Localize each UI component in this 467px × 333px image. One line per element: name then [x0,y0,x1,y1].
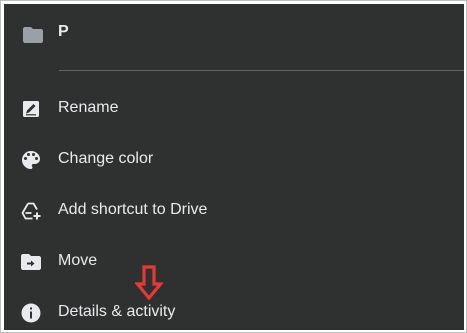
screenshot-frame: P Rename Change color Add shortcut to Dr… [0,0,467,333]
info-icon [21,303,41,323]
menu-item-label: Details & activity [58,303,176,320]
move-to-folder-icon [21,254,41,270]
menu-item-label: Move [58,252,98,269]
menu-item-label: Rename [58,99,119,116]
context-menu: P Rename Change color Add shortcut to Dr… [4,4,464,330]
down-arrow-icon [135,265,163,301]
menu-item-details-activity[interactable]: Details & activity [4,293,464,330]
palette-icon [22,151,40,169]
divider [59,70,464,71]
rename-icon [23,101,39,117]
menu-item-label: Change color [58,150,154,167]
menu-item-label: Add shortcut to Drive [58,201,208,218]
menu-header: P [4,4,464,62]
menu-item-move[interactable]: Move [4,242,464,282]
folder-name: P [58,23,70,40]
folder-icon [23,27,43,43]
menu-item-rename[interactable]: Rename [4,89,464,129]
menu-item-change-color[interactable]: Change color [4,140,464,180]
menu-item-add-shortcut[interactable]: Add shortcut to Drive [4,191,464,231]
add-shortcut-icon [21,202,41,220]
